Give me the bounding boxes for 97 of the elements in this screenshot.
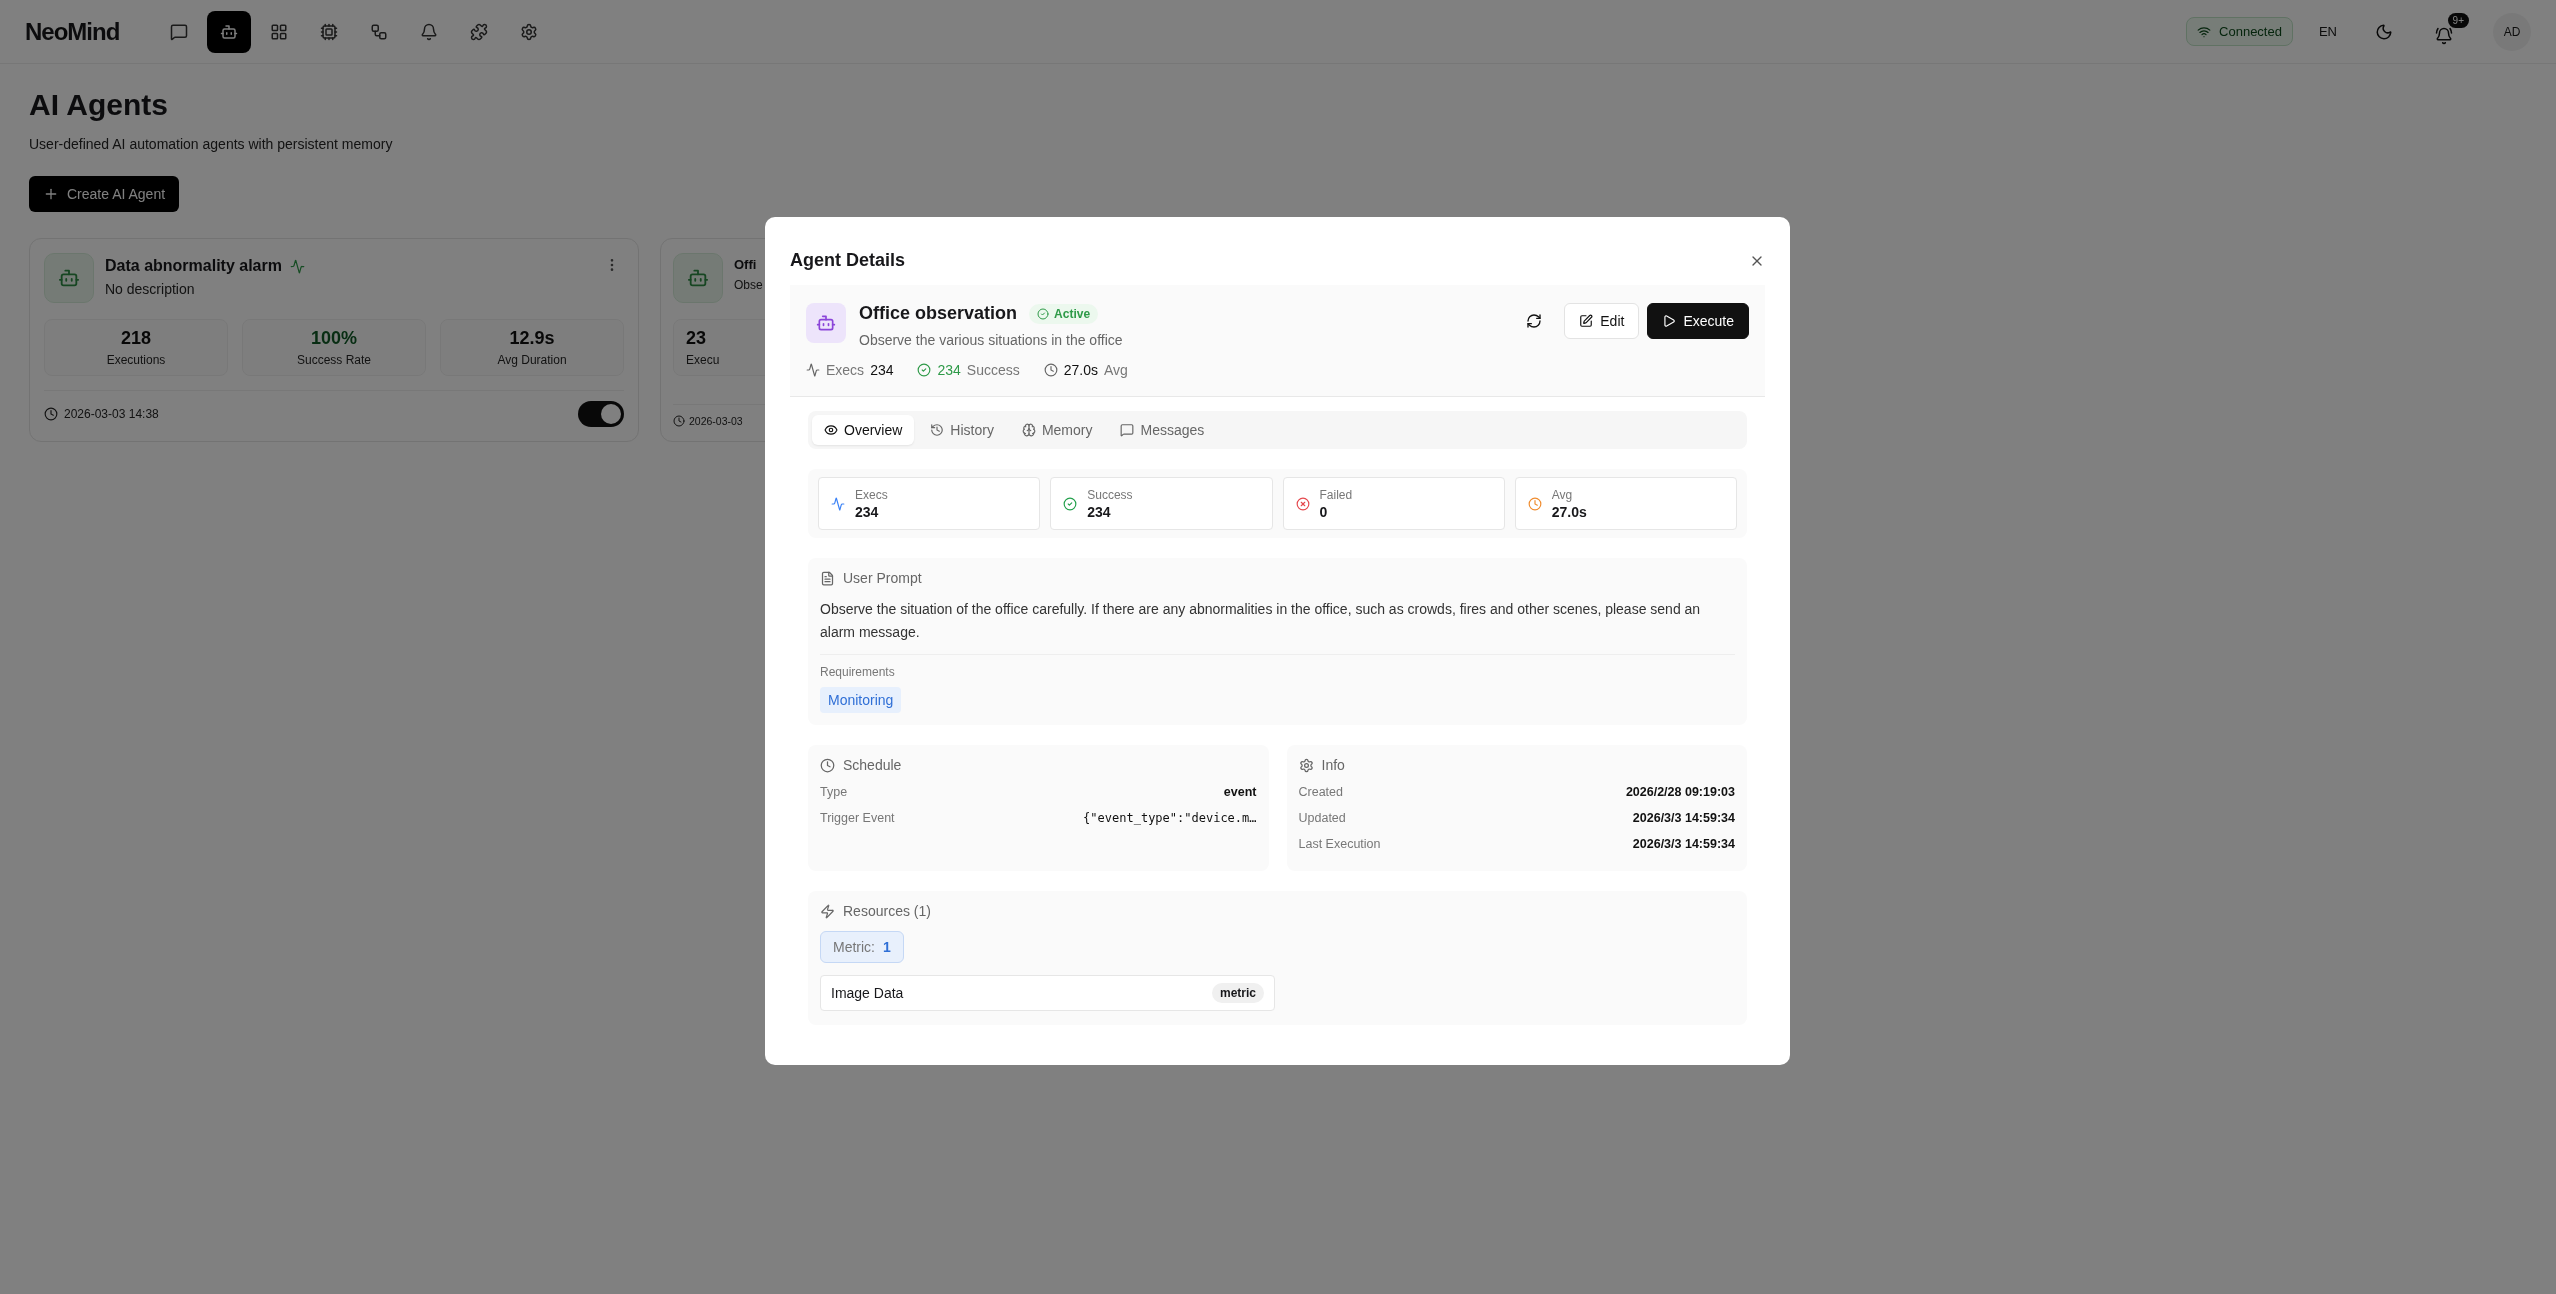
- robot-icon[interactable]: [207, 10, 252, 53]
- stat-label: Success: [966, 362, 1020, 378]
- wifi-icon: [2197, 24, 2212, 39]
- chip-label: Metric:: [833, 939, 875, 955]
- language-button[interactable]: EN: [2316, 22, 2339, 41]
- status-badge: Active: [1029, 303, 1099, 324]
- agent-timestamp: 2026-03-03 14:38: [64, 407, 159, 421]
- check-circle-icon: [1063, 496, 1078, 511]
- agent-name: Offi: [734, 257, 757, 272]
- enable-toggle[interactable]: [578, 401, 624, 427]
- field-label: Updated: [1298, 811, 1346, 825]
- stat-label: Avg: [1104, 362, 1128, 378]
- stat-label: Execs: [826, 362, 865, 378]
- clock-icon: [820, 757, 835, 773]
- brain-icon: [1021, 423, 1036, 437]
- resource-type-tag: metric: [1211, 983, 1264, 1003]
- message-icon: [1120, 423, 1135, 437]
- bell-icon: [2435, 26, 2453, 45]
- field-value: event: [1223, 785, 1257, 799]
- agent-card[interactable]: Data abnormality alarm No description 218 Executions 100% Success Rate 12.9s Avg Duration 2026-03-03 14:38: [29, 238, 639, 442]
- section-title: Schedule: [843, 757, 902, 773]
- agent-name: Data abnormality alarm: [105, 257, 282, 275]
- resource-name: Image Data: [831, 985, 904, 1001]
- field-value: 2026/3/3 14:59:34: [1632, 837, 1735, 851]
- tab[interactable]: Messages: [1108, 415, 1217, 445]
- notifications-button[interactable]: 9+: [2429, 12, 2469, 51]
- stat-value: 234: [937, 362, 961, 378]
- metric-label: Success: [1087, 487, 1133, 502]
- agent-description: Obse: [734, 278, 763, 292]
- x-circle-icon: [1295, 496, 1310, 511]
- settings-icon: [1298, 757, 1314, 773]
- field-value: 2026/3/3 14:59:34: [1632, 811, 1735, 825]
- field-label: Last Execution: [1298, 837, 1381, 851]
- edit-button[interactable]: Edit: [1564, 303, 1640, 339]
- tab[interactable]: Overview: [812, 415, 915, 445]
- clock-icon: [1527, 496, 1542, 511]
- metric-label: Execs: [855, 487, 888, 502]
- edit-icon: [1579, 314, 1594, 328]
- field-label: Created: [1298, 785, 1343, 799]
- activity-icon: [289, 258, 305, 274]
- stat-label: Executions: [106, 353, 166, 367]
- clock-icon: [44, 407, 58, 421]
- plus-icon: [43, 186, 59, 202]
- requirements-label: Requirements: [820, 665, 896, 679]
- section-title: User Prompt: [843, 570, 922, 586]
- agent-timestamp: 2026-03-03: [689, 415, 743, 427]
- stat-value: 23: [686, 328, 707, 349]
- metric-value: 27.0s: [1551, 503, 1587, 520]
- clock-icon: [1043, 363, 1058, 377]
- user-avatar[interactable]: AD: [2493, 12, 2531, 51]
- page-title: AI Agents: [29, 88, 169, 122]
- clock-icon: [673, 415, 685, 427]
- stat-label: Execu: [686, 353, 720, 367]
- field-label: Type: [820, 785, 848, 799]
- stat-value: 27.0s: [1063, 362, 1098, 378]
- stat-value: 218: [120, 328, 151, 349]
- page-subtitle: User-defined AI automation agents with persistent memory: [29, 136, 394, 152]
- field-value: 2026/2/28 09:19:03: [1625, 785, 1735, 799]
- play-icon: [1662, 314, 1677, 328]
- activity-icon: [806, 363, 820, 377]
- robot-icon: [673, 253, 723, 303]
- stat-label: Avg Duration: [497, 353, 567, 367]
- tab[interactable]: Memory: [1009, 415, 1105, 445]
- stat-value: 12.9s: [509, 328, 555, 349]
- document-icon: [820, 570, 835, 586]
- agent-description: No description: [105, 281, 196, 297]
- metric-label: Failed: [1319, 487, 1353, 502]
- execute-button[interactable]: Execute: [1647, 303, 1749, 339]
- chip-count: 1: [883, 939, 891, 955]
- agent-description: Observe the various situations in the office: [859, 332, 1123, 348]
- connection-label: Connected: [2219, 24, 2282, 39]
- lightning-icon: [820, 903, 835, 919]
- metric-label: Avg: [1551, 487, 1574, 502]
- field-label: Trigger Event: [820, 811, 895, 825]
- field-value: {"event_type":"device.m…: [1083, 811, 1257, 825]
- agent-name: Office observation: [859, 303, 1018, 324]
- tab[interactable]: History: [918, 415, 1006, 445]
- check-circle-icon: [917, 363, 932, 377]
- stat-value: 234: [870, 362, 894, 378]
- stat-label: Success Rate: [296, 353, 371, 367]
- stat-value: 100%: [310, 328, 357, 349]
- dialog-title: Agent Details: [790, 250, 906, 271]
- prompt-text: Observe the situation of the office carefully. If there are any abnormalities in the office, such as crowds, fires and other scenes, please send an alarm message.: [820, 598, 1735, 655]
- create-agent-button[interactable]: Create AI Agent: [29, 176, 180, 212]
- metric-value: 234: [855, 503, 880, 520]
- robot-icon: [44, 253, 94, 303]
- robot-icon: [806, 303, 846, 343]
- eye-icon: [824, 423, 838, 437]
- logo: NeoMind: [25, 17, 120, 46]
- metric-value: 0: [1319, 503, 1329, 520]
- requirement-tag: Monitoring: [820, 687, 902, 713]
- section-title: Info: [1321, 757, 1345, 773]
- history-icon: [930, 423, 945, 437]
- activity-icon: [831, 496, 845, 511]
- notification-badge: 9+: [2447, 12, 2469, 28]
- section-title: Resources (1): [843, 903, 931, 919]
- metric-value: 234: [1087, 503, 1112, 520]
